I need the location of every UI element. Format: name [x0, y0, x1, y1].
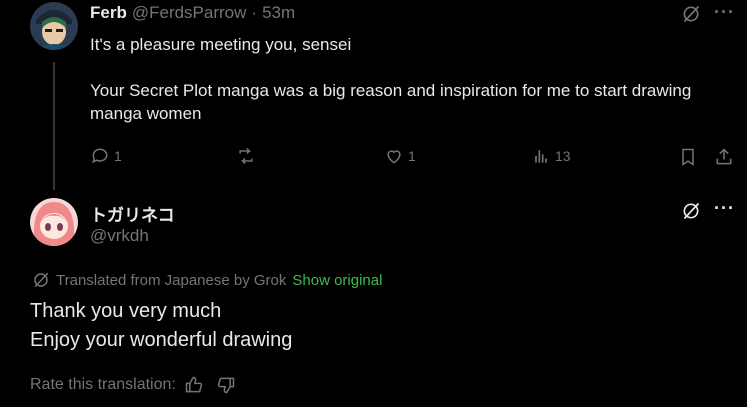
- grok-icon[interactable]: [681, 201, 701, 226]
- reply-author-name[interactable]: Ferb: [90, 3, 127, 23]
- views-count: 13: [555, 148, 571, 164]
- repost-icon: [239, 147, 253, 165]
- more-options-icon[interactable]: ···: [714, 2, 735, 23]
- translated-text-line-1: Thank you very much: [30, 300, 222, 322]
- thumbs-down-icon: [217, 377, 235, 394]
- share-icon: [716, 148, 732, 165]
- thumbs-down-button[interactable]: [216, 375, 236, 395]
- reply-text: It's a pleasure meeting you, sensei Your…: [90, 35, 692, 123]
- original-author-name[interactable]: トガリネコ: [90, 206, 175, 225]
- views-button[interactable]: 13: [531, 146, 571, 166]
- translation-note: Translated from Japanese by Grok Show or…: [32, 271, 382, 289]
- original-handle[interactable]: @vrkdh: [90, 226, 149, 246]
- avatar-vrkdh[interactable]: [30, 198, 78, 246]
- bookmark-button[interactable]: [678, 147, 698, 172]
- rate-translation: Rate this translation:: [30, 375, 236, 395]
- more-options-icon[interactable]: ···: [714, 198, 735, 219]
- translated-text-line-2: Enjoy your wonderful drawing: [30, 329, 293, 351]
- heart-icon: [387, 150, 401, 164]
- reply-time[interactable]: 53m: [262, 3, 295, 23]
- reply-count: 1: [114, 148, 122, 164]
- show-original-link[interactable]: Show original: [292, 272, 382, 289]
- avatar-ferb[interactable]: [30, 2, 78, 50]
- bookmark-icon: [682, 148, 694, 166]
- grok-icon: [34, 272, 49, 288]
- thumbs-up-icon: [185, 376, 203, 393]
- thumbs-up-button[interactable]: [184, 375, 204, 395]
- reply-separator: ·: [251, 3, 258, 22]
- like-button[interactable]: 1: [384, 146, 416, 166]
- reply-icon: [92, 148, 108, 164]
- grok-icon[interactable]: [681, 4, 701, 29]
- original-author-name-wrap: トガリネコ: [90, 201, 175, 226]
- views-icon: [535, 150, 547, 163]
- reply-handle[interactable]: @FerdsParrow: [132, 3, 247, 23]
- like-count: 1: [408, 148, 416, 164]
- rate-label: Rate this translation:: [30, 376, 176, 393]
- thread-line: [53, 62, 55, 190]
- translation-source: Translated from Japanese by Grok: [56, 271, 287, 289]
- share-button[interactable]: [714, 147, 734, 172]
- reply-header: Ferb @FerdsParrow · 53m: [90, 3, 295, 23]
- repost-button[interactable]: [236, 146, 260, 166]
- reply-button[interactable]: 1: [90, 146, 122, 166]
